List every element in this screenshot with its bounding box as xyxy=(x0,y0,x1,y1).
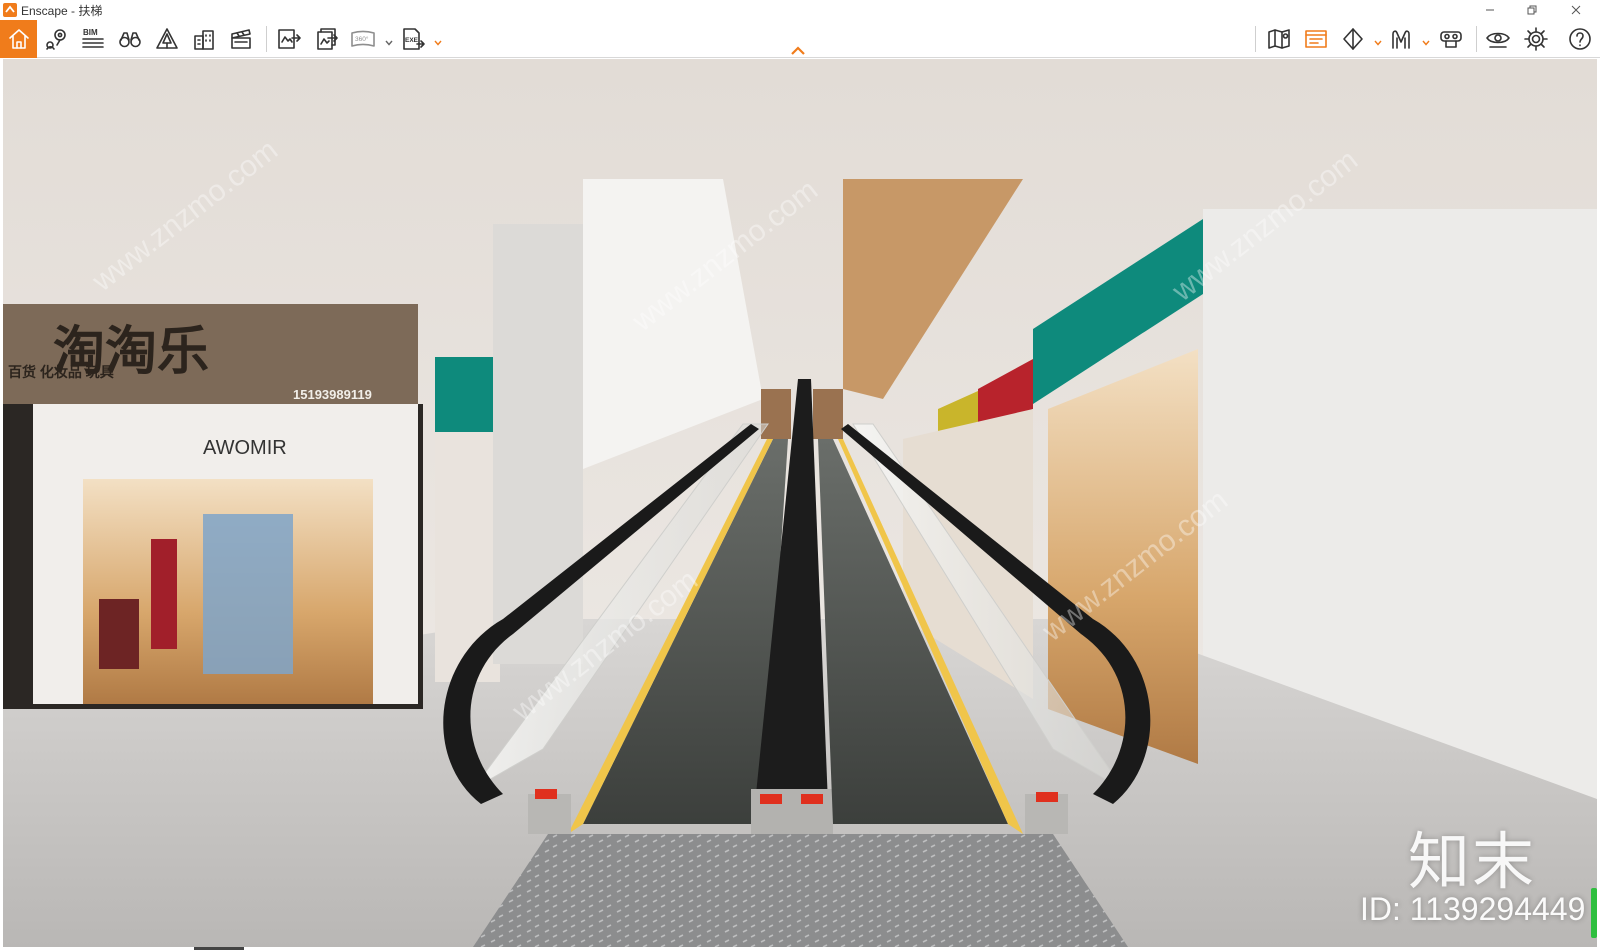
visual-settings-icon xyxy=(1305,30,1327,48)
close-button[interactable] xyxy=(1556,0,1596,20)
chevron-up-icon xyxy=(791,46,805,55)
exe-export-icon: EXE xyxy=(403,28,425,50)
render-viewport[interactable]: 淘淘乐 百货 化妆品 玩具 15193989119 AWOMIR www.znz… xyxy=(3,59,1597,947)
store-subtitle-sign: 百货 化妆品 玩具 xyxy=(8,364,114,380)
collaboration-button[interactable] xyxy=(1435,23,1467,55)
asset-library-button[interactable] xyxy=(40,23,72,55)
batch-render-icon xyxy=(317,28,338,50)
buildings-button[interactable] xyxy=(188,23,220,55)
chevron-down-icon xyxy=(385,40,393,46)
help-icon xyxy=(1569,28,1591,50)
distant-shelf xyxy=(813,389,843,439)
section-view-icon xyxy=(1343,28,1363,50)
walkway-floor-plate xyxy=(473,834,1128,947)
chevron-down-icon xyxy=(1374,40,1382,46)
brand-sign: AWOMIR xyxy=(203,437,287,459)
chevron-down-icon xyxy=(434,40,442,46)
settings-gear-icon xyxy=(1524,27,1548,51)
home-button[interactable] xyxy=(0,20,37,58)
title-bar: Enscape - 扶梯 xyxy=(0,0,1600,20)
status-indicator-bar xyxy=(1591,888,1597,938)
store-door xyxy=(203,514,293,674)
exe-label: EXE xyxy=(405,37,419,44)
panorama-360-icon: 360° xyxy=(351,30,375,47)
restore-button[interactable] xyxy=(1512,0,1552,20)
section-view-dropdown[interactable] xyxy=(1373,35,1383,46)
home-icon xyxy=(8,29,29,49)
section-view-button[interactable] xyxy=(1337,23,1369,55)
screenshot-export-icon xyxy=(278,29,301,49)
exe-export-button[interactable]: EXE xyxy=(397,23,429,55)
collapse-toolbar-toggle[interactable] xyxy=(790,44,806,56)
video-editor-button[interactable] xyxy=(225,23,257,55)
image-id-label: ID: 1139294449 xyxy=(1360,891,1586,927)
settings-button[interactable] xyxy=(1520,23,1552,55)
toolbar-separator xyxy=(1476,26,1477,52)
map-view-button[interactable] xyxy=(1263,23,1295,55)
batch-render-button[interactable] xyxy=(310,23,342,55)
enscape-logo-icon xyxy=(3,3,17,17)
window-title: Enscape - 扶梯 xyxy=(21,3,103,18)
vr-dropdown[interactable] xyxy=(1421,35,1431,46)
minimize-button[interactable] xyxy=(1470,0,1510,20)
video-editor-clapper-icon xyxy=(231,29,251,49)
collaboration-icon xyxy=(1440,31,1462,48)
visibility-button[interactable] xyxy=(1482,23,1514,55)
pano-label: 360° xyxy=(355,35,369,43)
toolbar-separator xyxy=(266,26,267,52)
vr-button[interactable] xyxy=(1385,23,1417,55)
asset-library-pin-icon xyxy=(46,29,66,50)
enscape-window: Enscape - 扶梯 BIM 360° EXE 淘淘乐 百货 化妆品 玩具 … xyxy=(0,0,1600,950)
chevron-down-icon xyxy=(1422,40,1430,46)
main-toolbar: BIM 360° EXE xyxy=(0,20,1600,58)
site-context-button[interactable] xyxy=(151,23,183,55)
vr-headset-icon xyxy=(1392,30,1410,49)
bim-button[interactable]: BIM xyxy=(77,23,109,55)
store-phone-sign: 15193989119 xyxy=(293,387,372,402)
left-walkway-newel-end xyxy=(528,794,571,834)
close-icon xyxy=(1571,5,1581,15)
visual-settings-button[interactable] xyxy=(1300,23,1332,55)
restore-icon xyxy=(1527,5,1537,15)
display-rack xyxy=(151,539,177,649)
distant-shelf xyxy=(761,389,791,439)
left-walkway-indicator-light xyxy=(535,789,557,799)
buildings-icon xyxy=(194,30,214,50)
views-binoculars-icon xyxy=(119,32,141,48)
bim-panel-icon: BIM xyxy=(82,28,104,48)
toolbar-separator xyxy=(1255,26,1256,52)
visibility-eye-icon xyxy=(1486,32,1510,48)
display-case xyxy=(99,599,139,669)
center-left-indicator-light xyxy=(760,794,782,804)
screenshot-export-button[interactable] xyxy=(273,23,305,55)
panorama-button[interactable]: 360° xyxy=(347,23,379,55)
bim-label: BIM xyxy=(83,28,98,37)
center-right-indicator-light xyxy=(801,794,823,804)
teal-shop-sign xyxy=(435,357,500,432)
views-button[interactable] xyxy=(114,23,146,55)
help-button[interactable] xyxy=(1564,23,1596,55)
brand-watermark: 知末 xyxy=(1408,825,1537,898)
right-walkway-indicator-light xyxy=(1036,792,1058,802)
site-context-icon xyxy=(156,28,178,49)
panorama-dropdown[interactable] xyxy=(384,35,394,46)
map-view-icon xyxy=(1268,29,1290,49)
exe-export-dropdown[interactable] xyxy=(433,35,443,46)
minimize-icon xyxy=(1486,9,1494,11)
